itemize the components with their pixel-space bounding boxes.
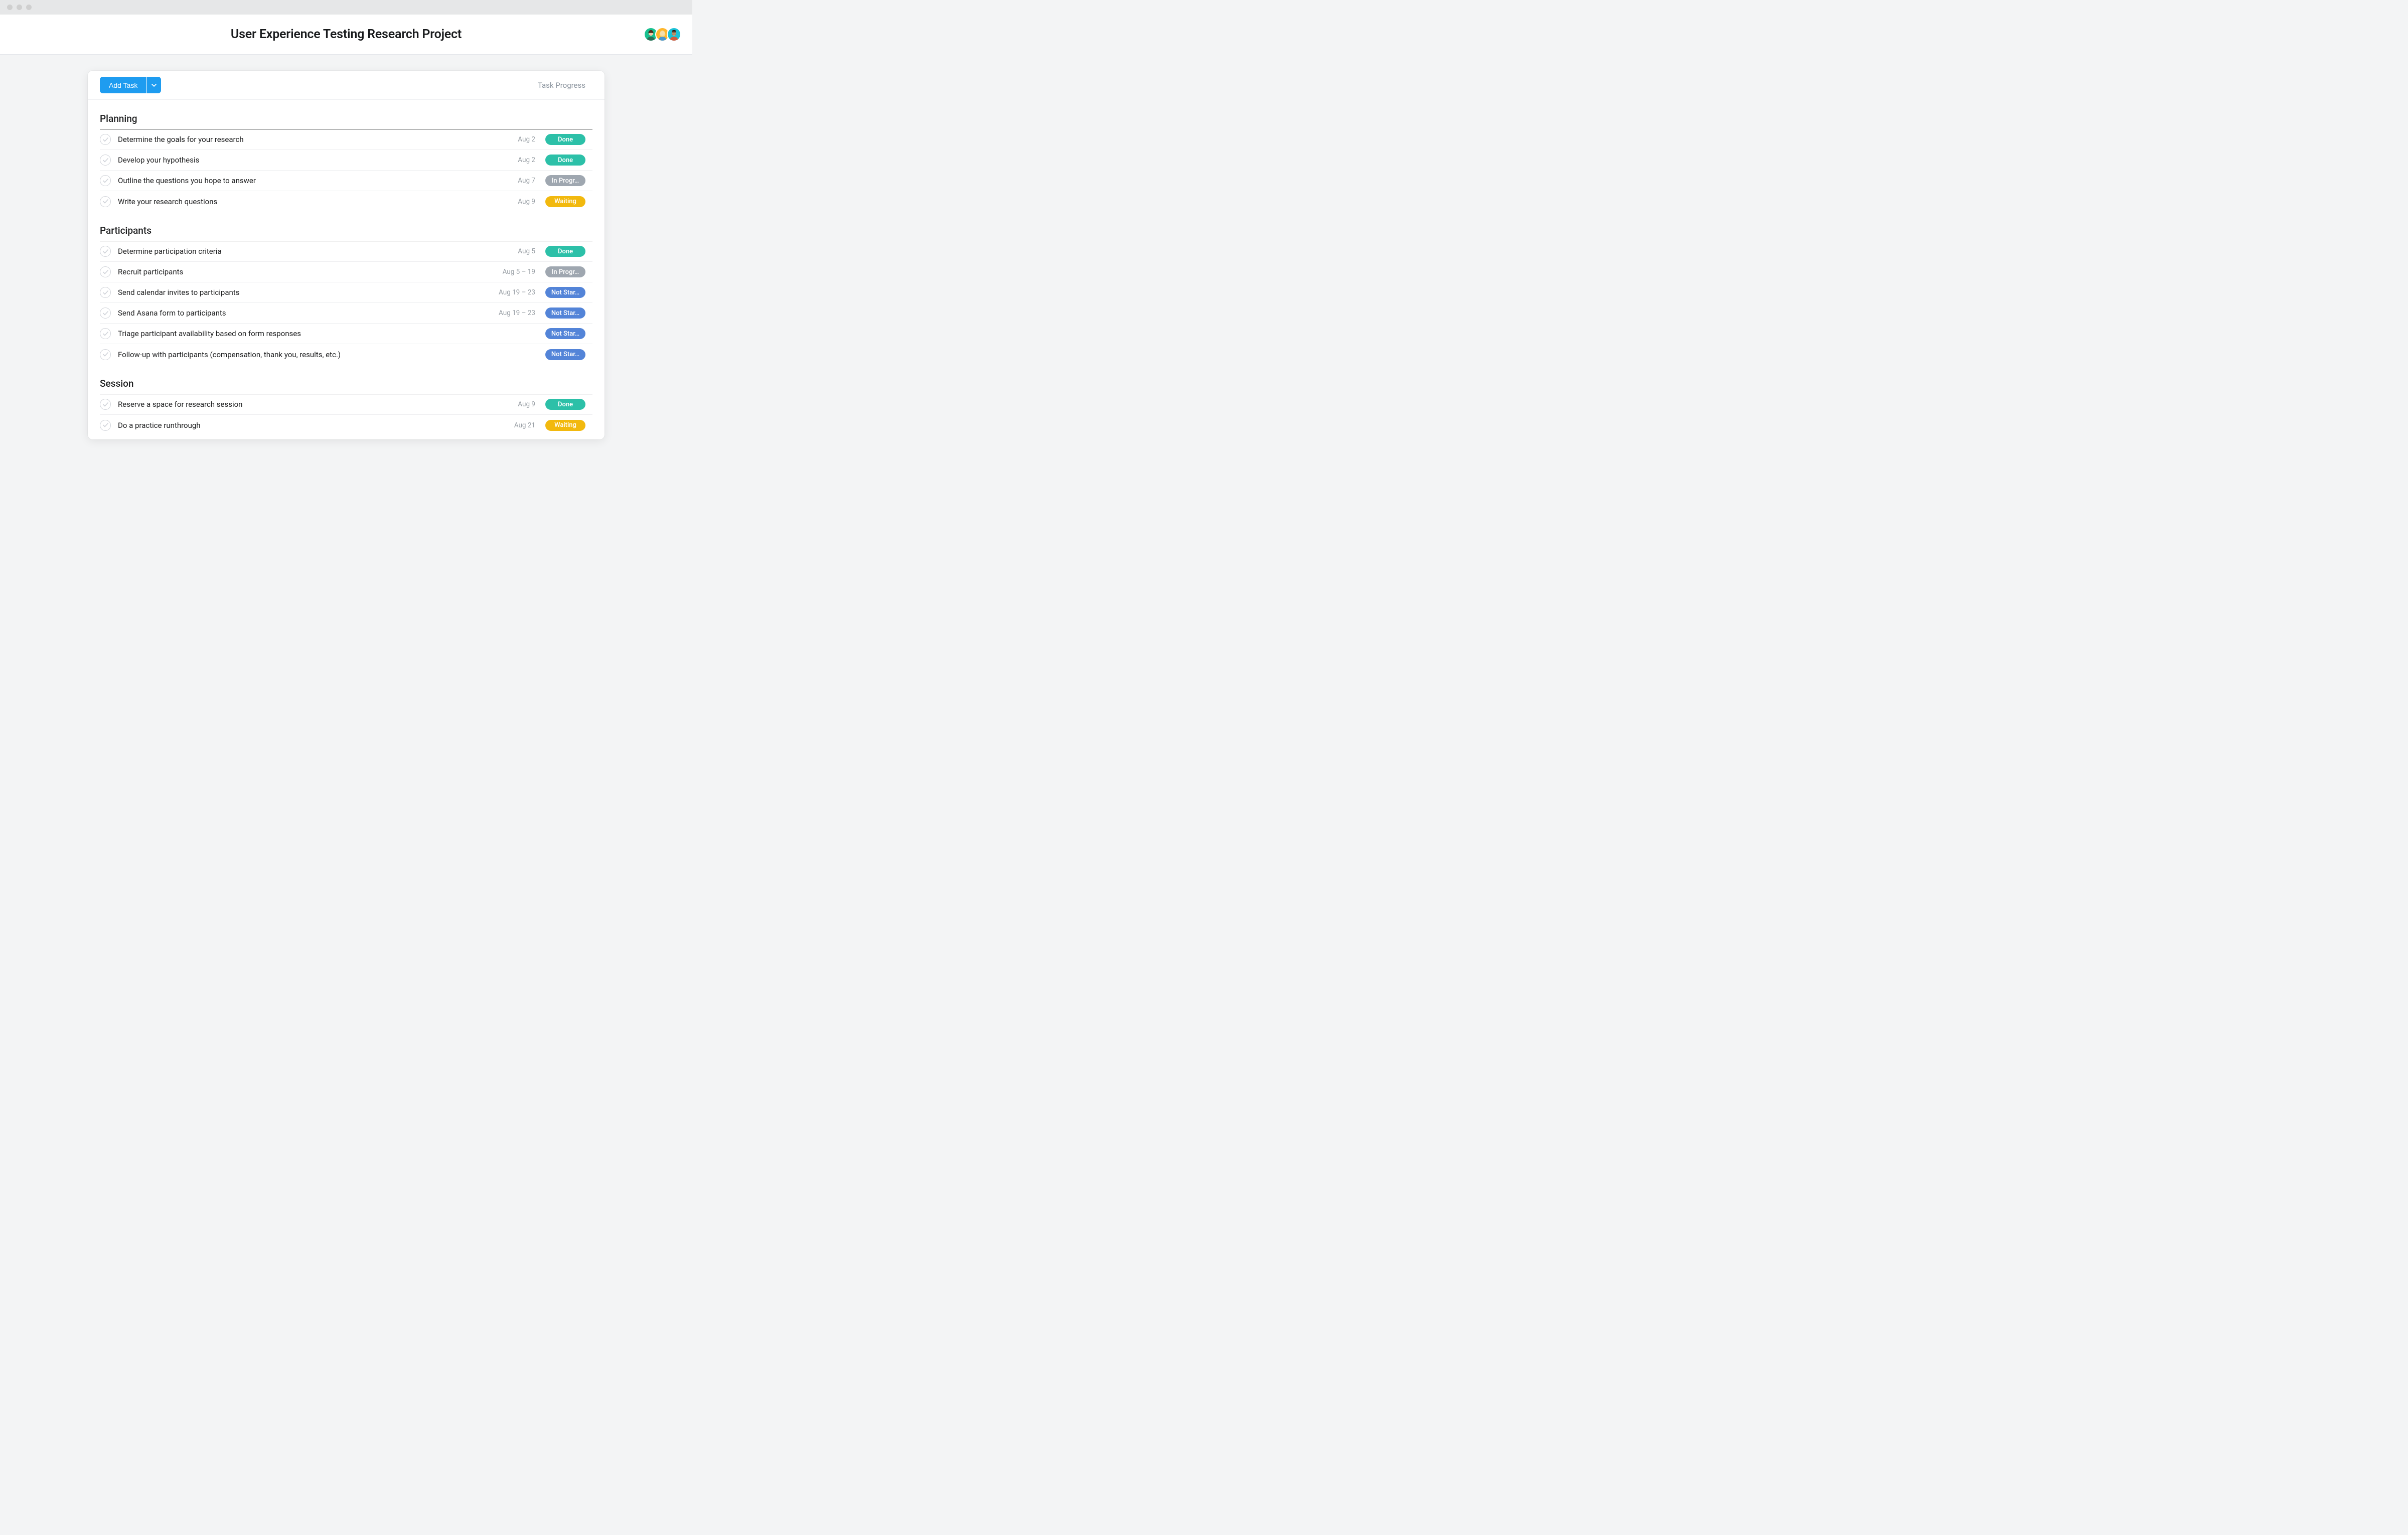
task-row[interactable]: Send Asana form to participantsAug 19 – … [100,303,592,324]
task-status-badge[interactable]: Not Star… [545,349,585,360]
task-complete-checkbox[interactable] [100,246,111,257]
add-task-button-group: Add Task [100,77,161,93]
task-status-badge[interactable]: Done [545,399,585,410]
checkmark-icon [103,311,108,316]
task-row[interactable]: Outline the questions you hope to answer… [100,171,592,191]
task-list-card: Add Task Task Progress PlanningDetermine… [88,71,605,439]
task-complete-checkbox[interactable] [100,399,111,410]
task-row[interactable]: Reserve a space for research sessionAug … [100,394,592,415]
chevron-down-icon [152,84,157,87]
task-row[interactable]: Recruit participantsAug 5 – 19In Progr… [100,262,592,282]
task-title[interactable]: Outline the questions you hope to answer [118,176,495,185]
traffic-light-close[interactable] [7,5,13,10]
task-title[interactable]: Follow-up with participants (compensatio… [118,350,495,359]
checkmark-icon [103,199,108,204]
card-toolbar: Add Task Task Progress [88,71,605,100]
checkmark-icon [103,402,108,407]
task-title[interactable]: Send calendar invites to participants [118,288,495,297]
task-row[interactable]: Determine participation criteriaAug 5Don… [100,241,592,262]
task-status-badge[interactable]: Done [545,246,585,257]
task-complete-checkbox[interactable] [100,155,111,166]
task-status-badge[interactable]: Not Star… [545,328,585,339]
task-status-badge[interactable]: Waiting [545,196,585,207]
task-due-date[interactable]: Aug 2 [495,156,545,164]
task-complete-checkbox[interactable] [100,328,111,339]
task-progress-column-label: Task Progress [538,81,585,90]
task-status-badge[interactable]: Not Star… [545,287,585,298]
members-avatar-stack[interactable] [644,27,681,42]
section: PlanningDetermine the goals for your res… [88,100,605,212]
task-title[interactable]: Recruit participants [118,267,495,276]
task-status-badge[interactable]: In Progr… [545,175,585,186]
task-complete-checkbox[interactable] [100,175,111,186]
task-due-date[interactable]: Aug 19 – 23 [495,288,545,296]
checkmark-icon [103,332,108,336]
task-due-date[interactable]: Aug 21 [495,421,545,429]
checkmark-icon [103,352,108,357]
task-status-badge[interactable]: In Progr… [545,266,585,277]
task-title[interactable]: Develop your hypothesis [118,156,495,165]
task-row[interactable]: Triage participant availability based on… [100,324,592,344]
task-complete-checkbox[interactable] [100,287,111,298]
add-task-button[interactable]: Add Task [100,77,146,93]
task-due-date[interactable]: Aug 9 [495,400,545,408]
checkmark-icon [103,158,108,163]
task-title[interactable]: Triage participant availability based on… [118,329,495,338]
task-row[interactable]: Develop your hypothesisAug 2Done [100,150,592,171]
task-title[interactable]: Write your research questions [118,197,495,206]
task-status-badge[interactable]: Done [545,134,585,145]
task-status-badge[interactable]: Done [545,155,585,166]
task-due-date[interactable]: Aug 5 [495,247,545,255]
traffic-light-max[interactable] [26,5,32,10]
section: SessionReserve a space for research sess… [88,365,605,435]
page-title: User Experience Testing Research Project [231,27,462,42]
task-due-date[interactable]: Aug 5 – 19 [495,268,545,276]
section-title[interactable]: Planning [100,113,592,129]
section-title[interactable]: Session [100,378,592,394]
task-status-badge[interactable]: Not Star… [545,308,585,319]
traffic-light-min[interactable] [17,5,22,10]
task-row[interactable]: Determine the goals for your researchAug… [100,129,592,150]
task-due-date[interactable]: Aug 7 [495,177,545,185]
content-area: Add Task Task Progress PlanningDetermine… [0,55,692,439]
task-due-date[interactable]: Aug 2 [495,135,545,143]
task-due-date[interactable]: Aug 9 [495,198,545,206]
task-row[interactable]: Follow-up with participants (compensatio… [100,344,592,365]
task-complete-checkbox[interactable] [100,308,111,319]
task-complete-checkbox[interactable] [100,420,111,431]
task-row[interactable]: Do a practice runthroughAug 21Waiting [100,415,592,435]
checkmark-icon [103,270,108,274]
task-title[interactable]: Send Asana form to participants [118,309,495,318]
checkmark-icon [103,179,108,183]
task-title[interactable]: Reserve a space for research session [118,400,495,409]
task-complete-checkbox[interactable] [100,266,111,277]
checkmark-icon [103,137,108,142]
task-status-badge[interactable]: Waiting [545,420,585,431]
window-titlebar [0,0,692,15]
add-task-dropdown-button[interactable] [147,77,161,93]
task-complete-checkbox[interactable] [100,134,111,145]
task-title[interactable]: Determine participation criteria [118,247,495,256]
task-row[interactable]: Write your research questionsAug 9Waitin… [100,191,592,212]
task-complete-checkbox[interactable] [100,196,111,207]
checkmark-icon [103,290,108,295]
task-title[interactable]: Determine the goals for your research [118,135,495,144]
section-title[interactable]: Participants [100,225,592,241]
checkmark-icon [103,249,108,254]
avatar[interactable] [667,27,681,42]
section: ParticipantsDetermine participation crit… [88,212,605,365]
checkmark-icon [103,423,108,427]
task-complete-checkbox[interactable] [100,349,111,360]
page-header: User Experience Testing Research Project [0,15,692,55]
task-due-date[interactable]: Aug 19 – 23 [495,309,545,317]
task-row[interactable]: Send calendar invites to participantsAug… [100,282,592,303]
task-title[interactable]: Do a practice runthrough [118,421,495,430]
